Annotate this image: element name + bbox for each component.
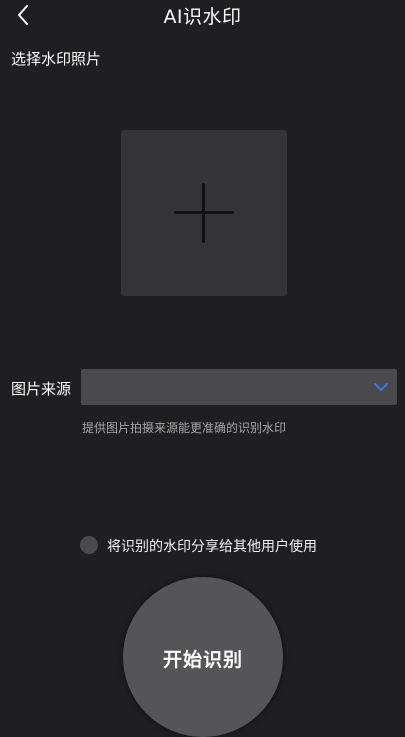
chevron-down-icon — [374, 383, 388, 391]
plus-icon — [174, 183, 234, 243]
start-recognition-button[interactable]: 开始识别 — [123, 577, 283, 737]
start-recognition-label: 开始识别 — [162, 649, 243, 671]
header-bar: AI识水印 — [0, 0, 405, 30]
share-option-label: 将识别的水印分享给其他用户使用 — [107, 539, 317, 555]
upload-section-label: 选择水印照片 — [11, 50, 102, 68]
share-radio[interactable] — [80, 536, 98, 554]
upload-photo-button[interactable] — [121, 130, 287, 296]
image-source-hint: 提供图片拍摄来源能更准确的识别水印 — [82, 421, 287, 435]
page-title: AI识水印 — [163, 6, 242, 28]
image-source-label: 图片来源 — [11, 380, 72, 398]
image-source-select[interactable] — [81, 369, 397, 405]
